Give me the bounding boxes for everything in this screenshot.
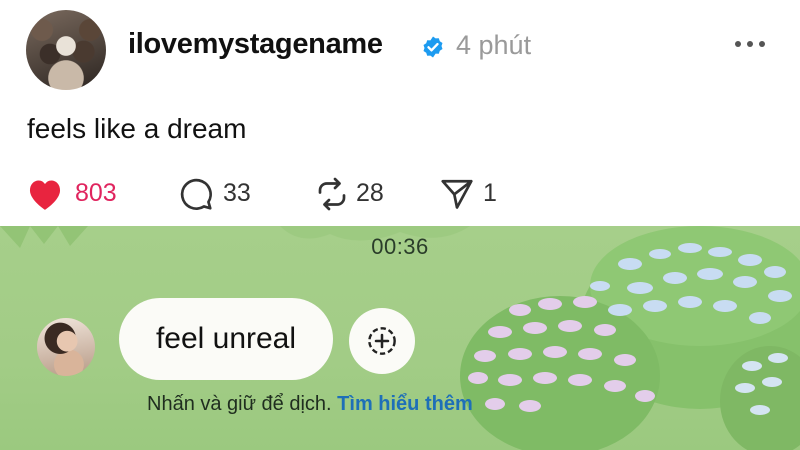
heart-icon xyxy=(29,180,61,210)
add-button[interactable] xyxy=(349,308,415,374)
share-count: 1 xyxy=(483,179,497,207)
video-timestamp: 00:36 xyxy=(371,234,429,259)
repost-button[interactable]: 28 xyxy=(314,174,404,214)
repost-count: 28 xyxy=(356,179,384,207)
caption-text: feel unreal xyxy=(155,322,297,355)
post-text: feels like a dream xyxy=(27,113,247,144)
comment-count: 33 xyxy=(223,179,251,207)
comment-button[interactable]: 33 xyxy=(178,174,268,214)
hint-text: Nhấn và giữ để dịch. xyxy=(147,393,332,415)
post-time: 4 phút xyxy=(456,30,532,60)
author-username[interactable]: ilovemystagename xyxy=(128,28,383,61)
learn-more-link[interactable]: Tìm hiểu thêm xyxy=(337,393,473,415)
comment-icon xyxy=(180,178,212,210)
verified-badge-icon xyxy=(423,36,443,58)
post-card: ilovemystagename 4 phút feels like a dre… xyxy=(0,0,800,226)
video-frame[interactable]: 00:36 feel unreal Nhấn và giữ để dịch. T… xyxy=(0,226,800,450)
repost-icon xyxy=(318,177,346,211)
add-circle-icon xyxy=(368,327,396,355)
caption-bubble[interactable]: feel unreal xyxy=(119,298,333,380)
translate-hint: Nhấn và giữ để dịch. Tìm hiểu thêm xyxy=(147,393,473,416)
more-dots-icon[interactable] xyxy=(735,38,765,48)
like-button[interactable]: 803 xyxy=(26,174,136,214)
author-avatar[interactable] xyxy=(26,10,106,90)
share-button[interactable]: 1 xyxy=(439,174,509,214)
speaker-avatar[interactable] xyxy=(37,318,95,376)
send-icon xyxy=(441,179,473,209)
like-count: 803 xyxy=(75,179,117,207)
